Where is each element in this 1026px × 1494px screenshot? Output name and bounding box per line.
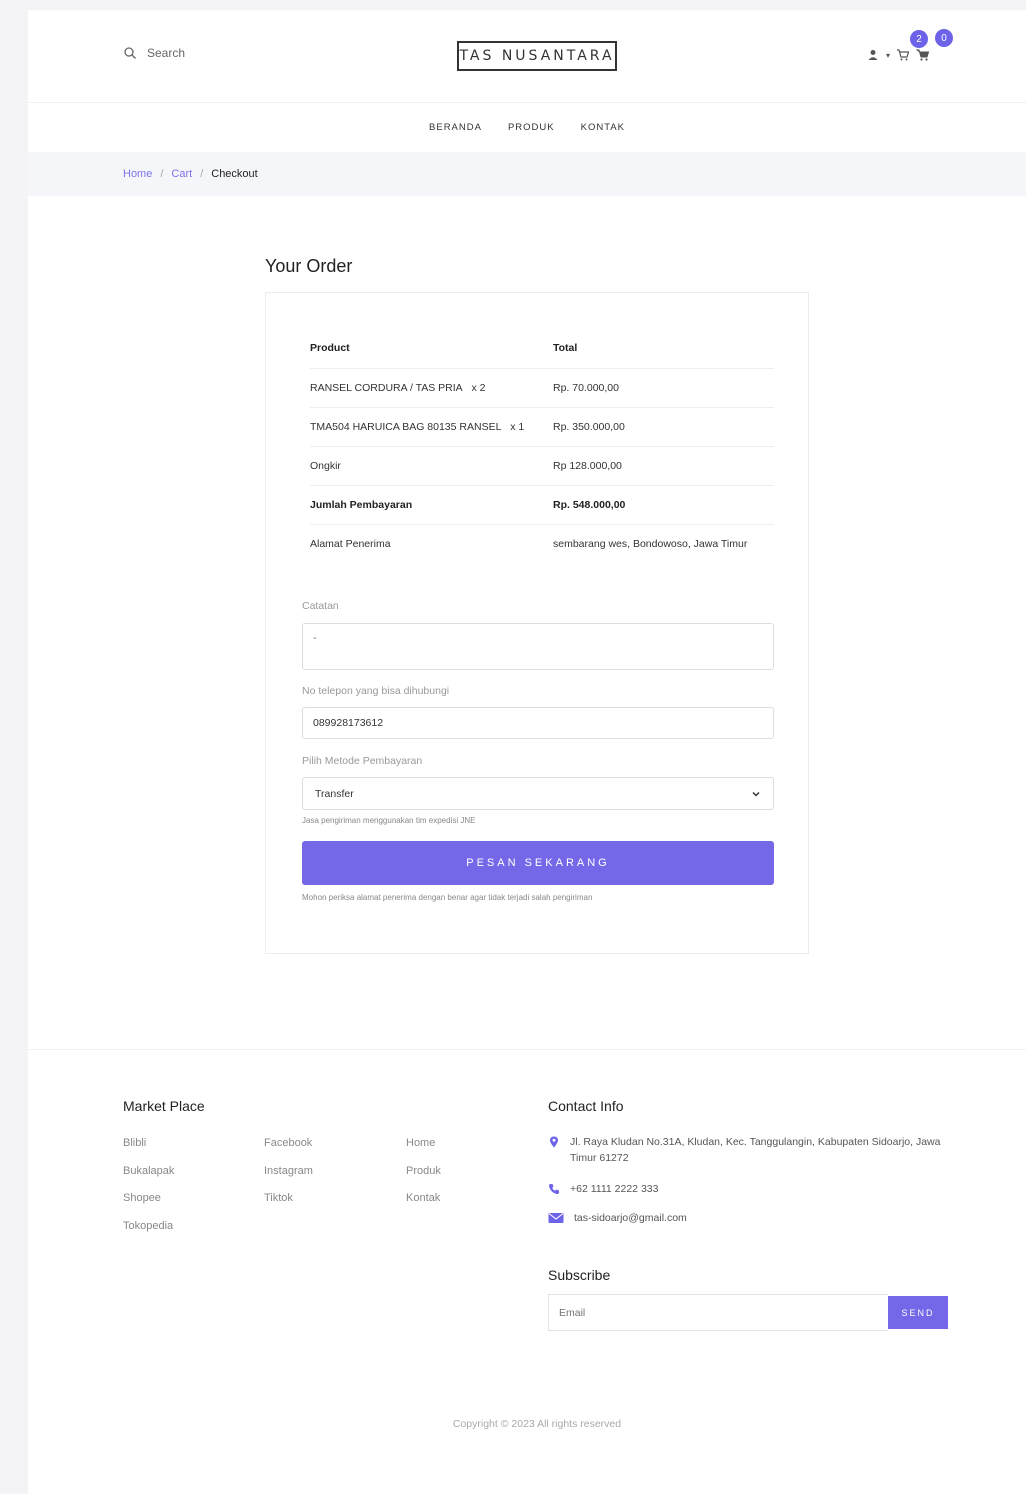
footer-heading-marketplace: Market Place — [123, 1098, 205, 1114]
search-label: Search — [147, 46, 186, 60]
order-now-button[interactable]: PESAN SEKARANG — [302, 841, 774, 885]
phone-label: No telepon yang bisa dihubungi — [302, 685, 450, 697]
payment-method-value: Transfer — [315, 787, 354, 800]
marketplace-list: Blibli Bukalapak Shopee Tokopedia — [123, 1137, 174, 1247]
header: Search TAS NUSANTARA ▾ 2 0 — [28, 10, 1026, 102]
nav-item-produk[interactable]: PRODUK — [508, 122, 555, 133]
address-label: Alamat Penerima — [310, 537, 391, 550]
shipping-hint: Jasa pengiriman menggunakan tim expedisi… — [302, 816, 476, 825]
breadcrumb-cart[interactable]: Cart — [171, 168, 192, 180]
user-icon[interactable] — [866, 48, 880, 62]
footer-page-list: Home Produk Kontak — [406, 1137, 441, 1220]
map-pin-icon — [550, 1136, 558, 1148]
page-title: Your Order — [265, 256, 353, 276]
copyright: Copyright © 2023 All rights reserved — [452, 1418, 622, 1430]
phone-icon — [549, 1184, 559, 1194]
header-icons: ▾ — [866, 48, 930, 62]
contact-address: Jl. Raya Kludan No.31A, Kludan, Kec. Tan… — [548, 1134, 948, 1166]
table-row: Ongkir Rp 128.000,00 — [310, 446, 774, 486]
order-table: Product Total RANSEL CORDURA / TAS PRIA … — [310, 329, 774, 563]
footer-link-produk[interactable]: Produk — [406, 1165, 441, 1193]
order-item-name: TMA504 HARUICA BAG 80135 RANSEL — [310, 420, 502, 433]
contact-phone: +62 1111 2222 333 — [548, 1181, 658, 1197]
column-header-product: Product — [310, 329, 553, 369]
contact-phone-text: +62 1111 2222 333 — [570, 1183, 659, 1195]
social-link-instagram[interactable]: Instagram — [264, 1165, 313, 1193]
page: Search TAS NUSANTARA ▾ 2 0 BERANDA PRODU… — [28, 10, 1026, 1494]
marketplace-link-blibli[interactable]: Blibli — [123, 1137, 174, 1165]
order-item-name: RANSEL CORDURA / TAS PRIA — [310, 381, 463, 394]
main-nav: BERANDA PRODUK KONTAK — [28, 102, 1026, 152]
logo[interactable]: TAS NUSANTARA — [457, 41, 617, 71]
order-item-qty: x 1 — [510, 420, 525, 433]
cart-count-badge: 2 — [910, 30, 928, 48]
cart-icon[interactable] — [916, 48, 930, 62]
phone-input[interactable] — [302, 707, 774, 739]
nav-item-beranda[interactable]: BERANDA — [429, 122, 482, 133]
breadcrumb-separator: / — [160, 168, 164, 180]
address-value: sembarang wes, Bondowoso, Jawa Timur — [553, 537, 748, 550]
search[interactable]: Search — [123, 46, 185, 60]
contact-address-text: Jl. Raya Kludan No.31A, Kludan, Kec. Tan… — [570, 1136, 941, 1164]
table-row: TMA504 HARUICA BAG 80135 RANSEL x 1 Rp. … — [310, 407, 774, 447]
table-row: RANSEL CORDURA / TAS PRIA x 2 Rp. 70.000… — [310, 368, 774, 408]
column-header-total: Total — [553, 329, 774, 369]
table-header-row: Product Total — [310, 329, 774, 369]
shipping-label: Ongkir — [310, 446, 553, 486]
footer-link-kontak[interactable]: Kontak — [406, 1192, 441, 1220]
cart-add-icon[interactable] — [896, 48, 910, 62]
order-item-qty: x 2 — [471, 381, 486, 394]
payment-method-label: Pilih Metode Pembayaran — [302, 755, 423, 767]
order-item-total: Rp. 350.000,00 — [553, 407, 774, 447]
breadcrumb: Home / Cart / Checkout — [28, 152, 1026, 196]
chevron-down-icon[interactable]: ▾ — [886, 51, 890, 60]
payment-method-select[interactable]: Transfer — [302, 777, 774, 810]
envelope-icon — [548, 1213, 564, 1223]
marketplace-link-shopee[interactable]: Shopee — [123, 1192, 174, 1220]
notes-textarea[interactable]: - — [302, 623, 774, 670]
search-icon — [124, 47, 136, 59]
footer-link-home[interactable]: Home — [406, 1137, 441, 1165]
footer-heading-subscribe: Subscribe — [548, 1267, 611, 1283]
breadcrumb-home[interactable]: Home — [123, 168, 152, 180]
order-item-product: TMA504 HARUICA BAG 80135 RANSEL x 1 — [310, 407, 553, 447]
marketplace-link-bukalapak[interactable]: Bukalapak — [123, 1165, 174, 1193]
contact-email-text: tas-sidoarjo@gmail.com — [574, 1212, 687, 1224]
shipping-value: Rp 128.000,00 — [553, 446, 774, 486]
order-card: Product Total RANSEL CORDURA / TAS PRIA … — [265, 292, 809, 954]
submit-hint: Mohon periksa alamat penerima dengan ben… — [302, 893, 593, 902]
table-row: Jumlah Pembayaran Rp. 548.000,00 — [310, 485, 774, 525]
social-link-tiktok[interactable]: Tiktok — [264, 1192, 313, 1220]
chevron-down-icon — [752, 791, 760, 797]
order-item-product: RANSEL CORDURA / TAS PRIA x 2 — [310, 368, 553, 408]
breadcrumb-current: Checkout — [211, 168, 258, 180]
order-item-total: Rp. 70.000,00 — [553, 368, 774, 408]
notes-label: Catatan — [302, 600, 339, 612]
footer-heading-contact: Contact Info — [548, 1098, 624, 1114]
footer-divider — [28, 1049, 1026, 1050]
contact-email: tas-sidoarjo@gmail.com — [548, 1210, 687, 1226]
social-link-facebook[interactable]: Facebook — [264, 1137, 313, 1165]
nav-item-kontak[interactable]: KONTAK — [581, 122, 625, 133]
subscribe-send-button[interactable]: SEND — [888, 1296, 948, 1329]
marketplace-link-tokopedia[interactable]: Tokopedia — [123, 1220, 174, 1248]
grand-total-label: Jumlah Pembayaran — [310, 485, 553, 525]
grand-total-value: Rp. 548.000,00 — [553, 485, 774, 525]
subscribe-email-input[interactable] — [548, 1294, 888, 1331]
social-list: Facebook Instagram Tiktok — [264, 1137, 313, 1220]
cart-count-badge-secondary: 0 — [935, 29, 953, 47]
breadcrumb-separator: / — [200, 168, 204, 180]
table-row: Alamat Penerima sembarang wes, Bondowoso… — [310, 524, 774, 563]
